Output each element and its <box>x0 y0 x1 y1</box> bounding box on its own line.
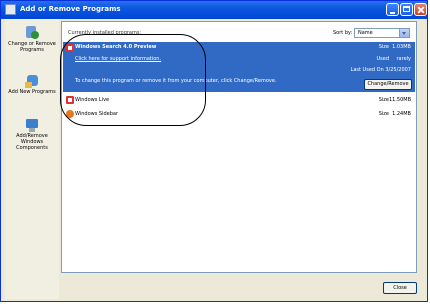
add-remove-windows-components-icon <box>24 117 40 133</box>
program-icon <box>66 110 74 118</box>
title-bar[interactable]: Add or Remove Programs <box>1 1 427 19</box>
add-remove-programs-window: Add or Remove Programs Change or Remove … <box>0 0 428 302</box>
close-button[interactable] <box>414 3 427 16</box>
chevron-down-icon[interactable] <box>399 29 409 37</box>
add-new-programs-icon <box>24 73 40 89</box>
used-value: rarely <box>396 56 412 62</box>
size-value: 1.03MB <box>392 44 411 50</box>
program-name: Windows Search 4.0 Preview <box>75 44 157 50</box>
support-info-link[interactable]: Click here for support information. <box>75 56 161 62</box>
sort-dropdown[interactable]: Name <box>354 28 410 38</box>
program-icon <box>66 44 74 52</box>
program-list: Currently installed programs: Sort by: N… <box>61 21 417 273</box>
size-label: Size <box>378 44 389 50</box>
maximize-button[interactable] <box>400 3 413 16</box>
sidebar-item-change-remove[interactable]: Change or Remove Programs <box>5 25 59 53</box>
sidebar-item-add-new[interactable]: Add New Programs <box>5 73 59 95</box>
sort-value: Name <box>358 30 373 36</box>
program-name: Windows Live <box>75 97 110 103</box>
sidebar-item-label: Add/Remove Windows Components <box>16 133 48 151</box>
change-remove-programs-icon <box>24 25 40 41</box>
close-dialog-button[interactable]: Close <box>383 282 417 294</box>
program-icon <box>66 96 74 104</box>
size-label: Size <box>378 97 389 103</box>
sidebar-item-windows-components[interactable]: Add/Remove Windows Components <box>5 117 59 151</box>
sidebar-item-label: Add New Programs <box>8 89 56 95</box>
list-header: Currently installed programs: <box>68 30 142 36</box>
size-label: Size <box>378 111 389 117</box>
selected-program-row[interactable]: Windows Search 4.0 Preview Click here fo… <box>63 42 415 92</box>
change-remove-button[interactable]: Change/Remove <box>364 79 412 90</box>
sort-label: Sort by: <box>333 30 353 36</box>
used-label: Used <box>376 56 389 62</box>
list-item[interactable]: Windows Sidebar Size 1.24MB <box>63 108 415 120</box>
minimize-button[interactable] <box>386 3 399 16</box>
sidebar-item-label: Change or Remove Programs <box>8 41 56 53</box>
size-value: 11.50MB <box>388 97 411 103</box>
window-title: Add or Remove Programs <box>20 5 121 13</box>
size-value: 1.24MB <box>392 111 411 117</box>
program-name: Windows Sidebar <box>75 111 119 117</box>
app-icon <box>5 4 16 15</box>
sidebar: Change or Remove Programs Add New Progra… <box>5 19 59 299</box>
program-description: To change this program or remove it from… <box>75 78 277 84</box>
list-item[interactable]: Windows Live Size 11.50MB <box>63 94 415 106</box>
last-used-text: Last Used On 3/25/2007 <box>350 67 411 73</box>
